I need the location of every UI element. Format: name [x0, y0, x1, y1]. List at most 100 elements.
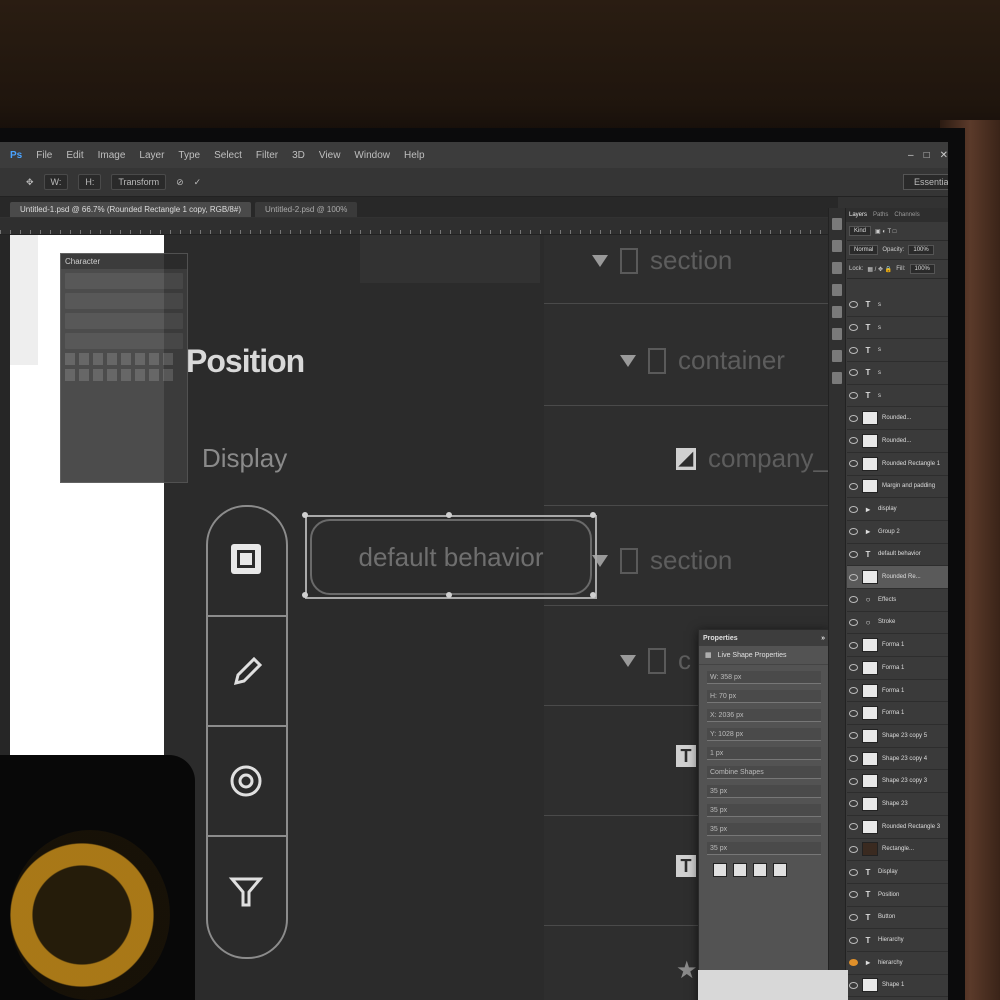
visibility-eye-icon[interactable]	[849, 392, 858, 400]
layer-row[interactable]: Ts	[847, 339, 948, 363]
layer-row[interactable]: Ts	[847, 362, 948, 385]
visibility-eye-icon[interactable]	[849, 528, 858, 536]
visibility-eye-icon[interactable]	[849, 709, 858, 717]
transform-selection-box[interactable]	[305, 515, 597, 599]
layer-row[interactable]: Forma 1	[847, 702, 948, 726]
layer-row[interactable]: Tdefault behavior	[847, 544, 948, 567]
brush-icon[interactable]	[832, 328, 842, 340]
cancel-transform-icon[interactable]: ⊘	[176, 177, 184, 188]
layer-row[interactable]: Forma 1	[847, 657, 948, 680]
history-icon[interactable]	[832, 218, 842, 230]
folder-icon[interactable]: ▸	[862, 958, 874, 967]
layer-row[interactable]: ○ Stroke	[847, 612, 948, 635]
layer-row[interactable]: T Position	[847, 884, 948, 907]
folder-icon[interactable]: ▸	[862, 527, 874, 536]
visibility-eye-icon[interactable]	[849, 936, 858, 944]
radius-top-left-field[interactable]: 35 px	[707, 785, 821, 798]
tab-channels[interactable]: Channels	[894, 212, 919, 218]
paragraph-icon[interactable]	[832, 372, 842, 384]
transform-option[interactable]: Transform	[111, 174, 167, 190]
intersect-icon[interactable]	[753, 863, 767, 877]
layer-row[interactable]: Shape 23 copy 3	[847, 770, 948, 794]
close-icon[interactable]: ✕	[940, 150, 948, 161]
visibility-eye-icon[interactable]	[849, 641, 858, 649]
visibility-eye-icon[interactable]	[849, 777, 858, 785]
transform-handle[interactable]	[446, 512, 452, 518]
visibility-eye-icon[interactable]	[849, 460, 858, 468]
transform-handle[interactable]	[302, 592, 308, 598]
layer-row[interactable]: Rounded Re...	[847, 566, 948, 589]
layer-row[interactable]: ▸ hierarchy	[847, 952, 948, 975]
visibility-eye-icon[interactable]	[849, 482, 858, 490]
menu-view[interactable]: View	[319, 150, 341, 161]
move-tool-icon[interactable]: ✥	[26, 177, 34, 188]
visibility-eye-icon[interactable]	[849, 573, 858, 581]
layer-row[interactable]: ▸ display	[847, 498, 948, 521]
exclude-icon[interactable]	[773, 863, 787, 877]
layer-row[interactable]: ▸ Group 2	[847, 521, 948, 544]
width-option[interactable]: W:	[43, 174, 69, 190]
styles-icon[interactable]	[832, 284, 842, 296]
visibility-eye-icon[interactable]	[849, 755, 858, 763]
layer-row[interactable]: Ts	[847, 294, 948, 317]
tab-document-2[interactable]: Untitled-2.psd @ 100%	[254, 202, 358, 217]
layer-row[interactable]: Shape 23 copy 5	[847, 725, 948, 748]
tab-layers[interactable]: Layers	[849, 212, 867, 218]
layer-row[interactable]: Forma 1	[847, 680, 948, 703]
visibility-eye-icon[interactable]	[849, 301, 858, 309]
character-panel[interactable]: Character	[60, 253, 188, 483]
x-field[interactable]: X: 2036 px	[707, 709, 821, 722]
layer-row[interactable]: Ts	[847, 317, 948, 340]
layer-row[interactable]: Rounded Rectangle 1	[847, 453, 948, 476]
folder-icon[interactable]: ▸	[862, 505, 874, 514]
opacity-input[interactable]: 100%	[908, 245, 934, 255]
visibility-eye-icon[interactable]	[849, 687, 858, 695]
panel-menu-icon[interactable]: »	[821, 635, 825, 642]
menu-image[interactable]: Image	[98, 150, 126, 161]
tab-document-1[interactable]: Untitled-1.psd @ 66.7% (Rounded Rectangl…	[10, 202, 251, 217]
scale-field[interactable]	[65, 333, 183, 349]
type-style-buttons[interactable]	[65, 353, 183, 381]
layer-filter-select[interactable]: Kind	[849, 226, 872, 236]
visibility-eye-icon[interactable]	[849, 596, 858, 604]
layer-row[interactable]: Ts	[847, 385, 948, 408]
radius-bottom-left-field[interactable]: 35 px	[707, 823, 821, 836]
layer-row[interactable]: T Hierarchy	[847, 929, 948, 952]
subtract-icon[interactable]	[733, 863, 747, 877]
properties-panel[interactable]: Properties » ▦ Live Shape Properties W: …	[698, 629, 830, 1000]
menu-type[interactable]: Type	[178, 150, 200, 161]
visibility-eye-icon[interactable]	[849, 618, 858, 626]
radius-top-right-field[interactable]: 35 px	[707, 804, 821, 817]
menu-file[interactable]: File	[36, 150, 52, 161]
restore-icon[interactable]: □	[924, 150, 930, 161]
visibility-eye-icon[interactable]	[849, 959, 858, 967]
layer-row[interactable]: Rectangle...	[847, 839, 948, 862]
transform-handle[interactable]	[590, 592, 596, 598]
eye-icon[interactable]	[226, 761, 266, 801]
layers-panel[interactable]: Layers Paths Channels Kind ▣ ◐ T □ Norma…	[828, 208, 948, 1000]
layer-row[interactable]: Rounded...	[847, 407, 948, 431]
menu-help[interactable]: Help	[404, 150, 425, 161]
visibility-eye-icon[interactable]	[849, 505, 858, 513]
menu-3d[interactable]: 3D	[292, 150, 305, 161]
font-family-field[interactable]	[65, 273, 183, 289]
font-size-field[interactable]	[65, 293, 183, 309]
tracking-field[interactable]	[65, 313, 183, 329]
height-field[interactable]: H: 70 px	[707, 690, 821, 703]
swatches-icon[interactable]	[832, 240, 842, 252]
layer-row[interactable]: Forma 1	[847, 634, 948, 657]
visibility-eye-icon[interactable]	[849, 324, 858, 332]
filter-icons[interactable]: ▣ ◐ T □	[875, 228, 896, 235]
layer-row[interactable]: ○ Effects	[847, 589, 948, 612]
libraries-icon[interactable]	[832, 306, 842, 318]
menu-edit[interactable]: Edit	[66, 150, 83, 161]
visibility-eye-icon[interactable]	[849, 732, 858, 740]
combine-shapes-field[interactable]: Combine Shapes	[707, 766, 821, 779]
transform-handle[interactable]	[302, 512, 308, 518]
filter-icon[interactable]	[226, 871, 266, 911]
layer-row[interactable]: Shape 1	[847, 975, 948, 998]
visibility-eye-icon[interactable]	[849, 550, 858, 558]
visibility-eye-icon[interactable]	[849, 891, 858, 899]
height-option[interactable]: H:	[78, 174, 102, 190]
character-icon[interactable]	[832, 350, 842, 362]
